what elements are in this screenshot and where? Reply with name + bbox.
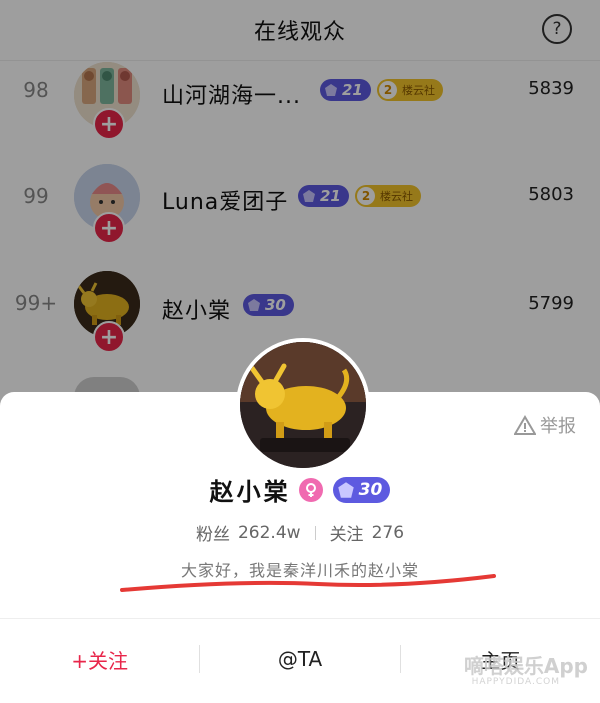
- female-gender-icon: [298, 477, 323, 502]
- fans-label: 粉丝: [195, 525, 230, 545]
- divider: [314, 525, 316, 540]
- profile-level-badge: 30: [332, 476, 391, 503]
- watermark-sub: HAPPYDIDA.COM: [471, 677, 560, 687]
- mention-button[interactable]: @TA: [200, 619, 399, 699]
- profile-name-row: 赵小棠 30: [0, 472, 600, 507]
- following-value: 276: [371, 522, 405, 543]
- profile-name: 赵小棠: [209, 478, 291, 506]
- following-label: 关注: [329, 525, 364, 545]
- fans-value: 262.4w: [237, 522, 301, 543]
- profile-level-value: 30: [358, 479, 383, 500]
- report-label: 举报: [540, 416, 576, 437]
- watermark: 嘀嗒娱乐App: [463, 654, 588, 678]
- level-gem-icon: [337, 481, 354, 498]
- follow-button[interactable]: +关注: [0, 619, 199, 699]
- profile-avatar[interactable]: [236, 338, 370, 472]
- report-button[interactable]: 举报: [514, 412, 576, 438]
- red-underline-mark: [120, 574, 496, 592]
- profile-stats: 粉丝 262.4w 关注 276: [0, 520, 600, 546]
- warning-icon: [514, 415, 536, 435]
